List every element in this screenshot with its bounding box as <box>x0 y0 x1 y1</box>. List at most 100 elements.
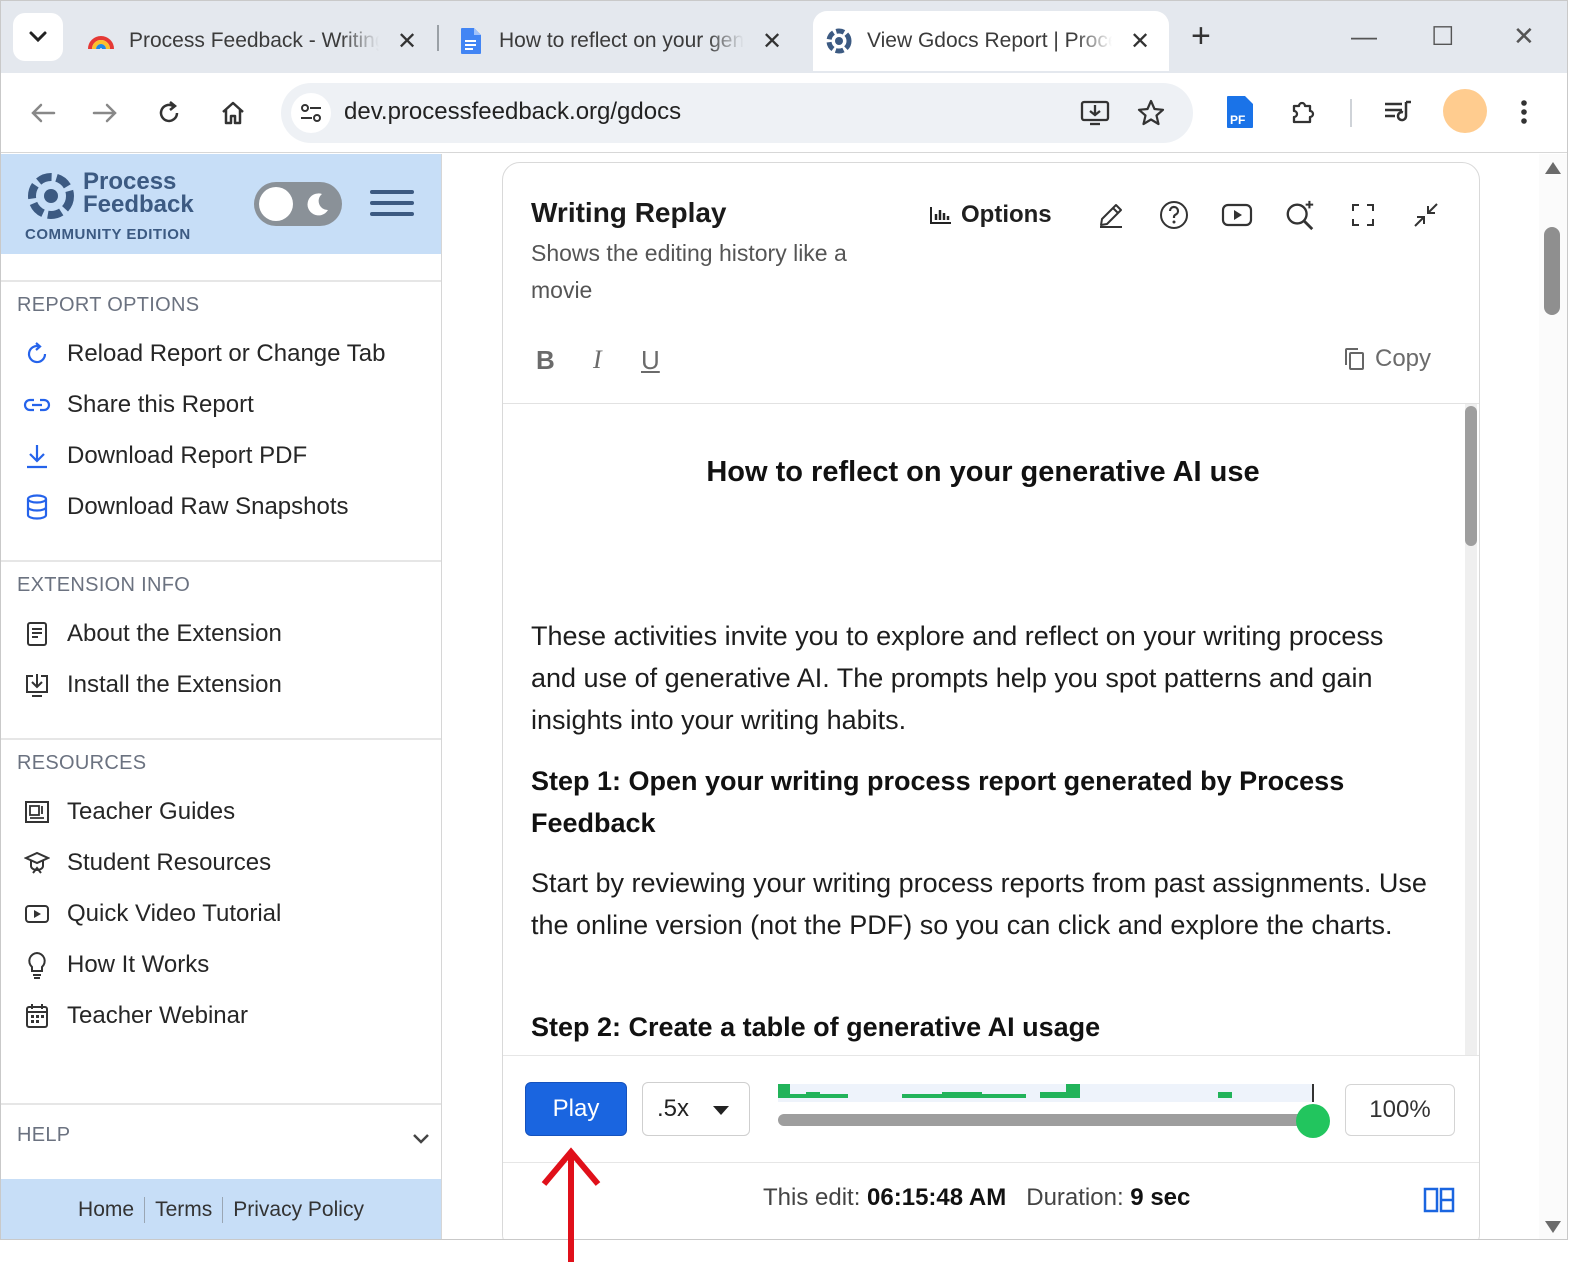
progress-percent: 100% <box>1345 1084 1455 1136</box>
replay-timeline[interactable] <box>778 1084 1330 1138</box>
scrollbar-thumb[interactable] <box>1544 227 1560 315</box>
new-tab-button[interactable]: + <box>1191 19 1211 53</box>
fullscreen-button[interactable] <box>1347 199 1379 231</box>
maximize-button[interactable]: ☐ <box>1431 21 1454 52</box>
edit-button[interactable] <box>1095 199 1127 231</box>
sidebar-footer: Home Terms Privacy Policy <box>1 1179 441 1239</box>
download-icon <box>23 442 51 470</box>
document-step-heading: Step 1: Open your writing process report… <box>531 766 1345 838</box>
sidebar-item-about-extension[interactable]: About the Extension <box>23 616 282 652</box>
play-video-icon <box>1221 203 1253 227</box>
star-icon <box>1137 99 1165 126</box>
close-window-button[interactable]: ✕ <box>1513 21 1535 52</box>
sidebar-item-label: Download Raw Snapshots <box>67 493 349 520</box>
section-title-help[interactable]: HELP <box>17 1124 70 1147</box>
sidebar-item-label: Teacher Webinar <box>67 1002 248 1029</box>
scroll-down-arrow-icon[interactable] <box>1545 1221 1561 1233</box>
url-text[interactable]: dev.processfeedback.org/gdocs <box>344 98 681 126</box>
split-view-icon[interactable] <box>1423 1186 1455 1214</box>
document-scrollbar[interactable] <box>1465 404 1477 1055</box>
tab-view-gdocs-report[interactable]: View Gdocs Report | Process Feedback ✕ <box>813 11 1169 71</box>
help-button[interactable] <box>1158 199 1190 231</box>
logo-wordmark[interactable]: Process Feedback <box>83 170 194 217</box>
dark-mode-toggle[interactable] <box>254 182 342 226</box>
rainbow-favicon-icon <box>87 27 115 55</box>
sidebar-item-teacher-webinar[interactable]: Teacher Webinar <box>23 998 248 1034</box>
zoom-in-button[interactable] <box>1284 199 1316 231</box>
section-divider <box>1 560 441 562</box>
edit-label: This edit: <box>763 1184 861 1211</box>
copy-button[interactable]: Copy <box>1343 345 1431 373</box>
calendar-icon <box>23 1002 51 1030</box>
sidebar-item-student-resources[interactable]: Student Resources <box>23 845 271 881</box>
timeline-slider-handle[interactable] <box>1296 1104 1330 1138</box>
main-content: Writing Replay Shows the editing history… <box>443 154 1539 1239</box>
underline-button[interactable]: U <box>641 345 660 376</box>
sidebar-item-reload-report[interactable]: Reload Report or Change Tab <box>23 336 385 372</box>
tab-how-to-reflect[interactable]: How to reflect on your generative AI use… <box>457 11 797 71</box>
activity-bar <box>1066 1084 1080 1098</box>
sidebar-item-install-extension[interactable]: Install the Extension <box>23 667 282 703</box>
link-icon <box>23 391 51 419</box>
document-heading: How to reflect on your generative AI use <box>706 456 1260 488</box>
install-app-button[interactable] <box>1079 97 1111 129</box>
speed-select[interactable]: .5x <box>642 1082 750 1136</box>
options-button[interactable]: Options <box>929 201 1052 229</box>
caret-down-icon <box>713 1106 729 1115</box>
timeline-track[interactable] <box>778 1114 1314 1126</box>
site-info-button[interactable] <box>291 93 331 133</box>
footer-terms-link[interactable]: Terms <box>155 1198 212 1222</box>
sidebar-item-teacher-guides[interactable]: Teacher Guides <box>23 794 235 830</box>
process-feedback-logo-icon[interactable] <box>25 170 77 222</box>
italic-button[interactable]: I <box>593 345 602 375</box>
forward-button[interactable] <box>87 95 123 131</box>
play-button[interactable]: Play <box>525 1082 627 1136</box>
sidebar-item-download-snapshots[interactable]: Download Raw Snapshots <box>23 489 349 525</box>
bookmark-button[interactable] <box>1135 97 1167 129</box>
activity-bar <box>982 1094 1026 1098</box>
close-icon[interactable]: ✕ <box>762 27 782 56</box>
tab-process-feedback-writing[interactable]: Process Feedback - Writing ✕ <box>87 11 427 71</box>
tab-search-button[interactable] <box>13 13 63 61</box>
sidebar-item-share-report[interactable]: Share this Report <box>23 387 254 423</box>
footer-privacy-link[interactable]: Privacy Policy <box>233 1198 364 1222</box>
extensions-button[interactable] <box>1283 91 1325 133</box>
sidebar-item-how-it-works[interactable]: How It Works <box>23 947 209 983</box>
bold-button[interactable]: B <box>536 345 555 376</box>
section-title-report-options: REPORT OPTIONS <box>17 294 200 316</box>
address-bar[interactable]: dev.processfeedback.org/gdocs <box>281 83 1193 143</box>
footer-home-link[interactable]: Home <box>78 1198 134 1222</box>
player-divider <box>503 1162 1479 1163</box>
reload-button[interactable] <box>151 95 187 131</box>
sidebar-item-download-pdf[interactable]: Download Report PDF <box>23 438 307 474</box>
minimize-button[interactable]: — <box>1351 21 1377 52</box>
close-icon[interactable]: ✕ <box>1130 27 1150 56</box>
menu-line <box>370 190 414 194</box>
sidebar-item-label: How It Works <box>67 951 210 978</box>
document-step-heading: Step 2: Create a table of generative AI … <box>531 1012 1101 1042</box>
back-button[interactable] <box>25 95 61 131</box>
google-docs-icon <box>457 27 485 55</box>
close-icon[interactable]: ✕ <box>397 27 417 56</box>
profile-avatar[interactable] <box>1443 89 1487 133</box>
scroll-up-arrow-icon[interactable] <box>1545 162 1561 174</box>
bar-chart-icon <box>930 207 951 224</box>
process-feedback-extension-button[interactable]: PF <box>1219 91 1261 133</box>
video-button[interactable] <box>1221 199 1253 231</box>
menu-button[interactable] <box>370 190 414 220</box>
collapse-button[interactable] <box>1410 199 1442 231</box>
scrollbar-thumb[interactable] <box>1465 406 1477 546</box>
activity-bar <box>820 1094 848 1098</box>
page-scrollbar[interactable] <box>1539 154 1567 1239</box>
document-viewer[interactable]: How to reflect on your generative AI use… <box>503 404 1463 1055</box>
browser-menu-button[interactable] <box>1503 91 1545 133</box>
edit-time: 06:15:48 AM <box>867 1184 1007 1211</box>
more-vert-icon <box>1521 100 1527 124</box>
media-control-button[interactable] <box>1377 91 1419 133</box>
student-icon <box>23 849 51 877</box>
home-button[interactable] <box>215 95 251 131</box>
section-title-extension-info: EXTENSION INFO <box>17 574 191 596</box>
sidebar-item-video-tutorial[interactable]: Quick Video Tutorial <box>23 896 281 932</box>
document-paragraph: Start by reviewing your writing process … <box>531 868 1427 940</box>
chevron-down-icon[interactable] <box>411 1132 431 1146</box>
